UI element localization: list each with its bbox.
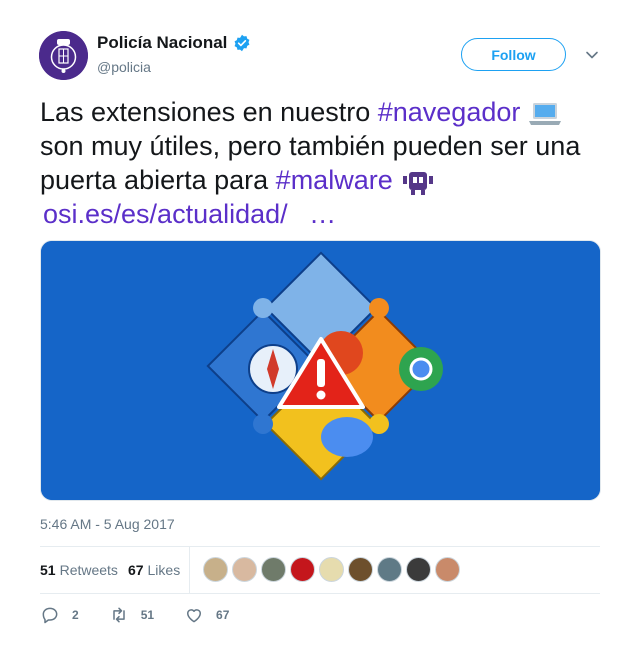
tweet-header: Policía Nacional @policia Follow [39,31,601,81]
tweet-actions: 2 51 67 [40,603,259,627]
reply-count: 2 [72,608,79,622]
tweet-text-segment: Las extensiones en nuestro [40,97,378,127]
retweet-count: 51 [140,608,155,622]
liker-avatar[interactable] [319,557,344,582]
follow-button[interactable]: Follow [461,38,566,71]
likes-stat[interactable]: 67 Likes [128,562,180,578]
liker-avatar[interactable] [232,557,257,582]
tweet-stats: 51 Retweets 67 Likes [40,547,600,593]
liker-avatars [203,557,464,582]
liker-avatar[interactable] [406,557,431,582]
tweet-line-1: Las extensiones en nuestro #navegador [40,95,610,129]
liker-avatar[interactable] [348,557,373,582]
account-avatar[interactable] [39,31,88,80]
retweets-stat[interactable]: 51 Retweets [40,562,118,578]
tweet-text-segment: puerta abierta para [40,165,276,195]
retweet-icon [112,607,125,623]
tweet-media-image[interactable] [40,240,601,501]
liker-avatar[interactable] [290,557,315,582]
chevron-down-icon[interactable] [584,47,600,63]
reply-icon [42,607,58,624]
likes-count: 67 [127,562,144,578]
liker-avatar[interactable] [435,557,460,582]
account-name[interactable]: Policía Nacional [97,33,227,53]
tweet-link[interactable]: osi.es/es/actualidad/ [43,199,288,229]
retweets-label: Retweets [59,562,118,578]
tweet-line-4: osi.es/es/actualidad/ … [40,197,610,231]
retweets-count: 51 [40,562,56,578]
verified-badge-icon [234,34,250,52]
tweet-line-2: son muy útiles, pero también pueden ser … [40,131,581,161]
link-ellipsis: … [309,199,337,229]
reply-button[interactable]: 2 [40,605,79,625]
alien-monster-icon [403,171,434,195]
hashtag-navegador[interactable]: #navegador [378,97,521,127]
like-button[interactable]: 67 [184,605,229,625]
laptop-icon [528,102,561,125]
liker-avatar[interactable] [377,557,402,582]
tweet-timestamp[interactable]: 5:46 AM - 5 Aug 2017 [40,516,175,532]
stats-separator [189,547,190,593]
tweet-line-3: puerta abierta para #malware [40,163,610,197]
retweet-button[interactable]: 51 [109,605,154,625]
tweet-text: Las extensiones en nuestro #navegador so… [40,95,610,231]
account-handle[interactable]: @policia [97,59,151,75]
account-name-row: Policía Nacional [97,33,251,53]
like-count: 67 [216,608,230,622]
liker-avatar[interactable] [261,557,286,582]
divider [40,593,600,594]
browser-puzzle-warning-image [41,241,600,500]
likes-label: Likes [147,562,181,578]
liker-avatar[interactable] [203,557,228,582]
police-crest-icon [39,31,88,80]
hashtag-malware[interactable]: #malware [276,165,393,195]
heart-icon [187,609,202,623]
